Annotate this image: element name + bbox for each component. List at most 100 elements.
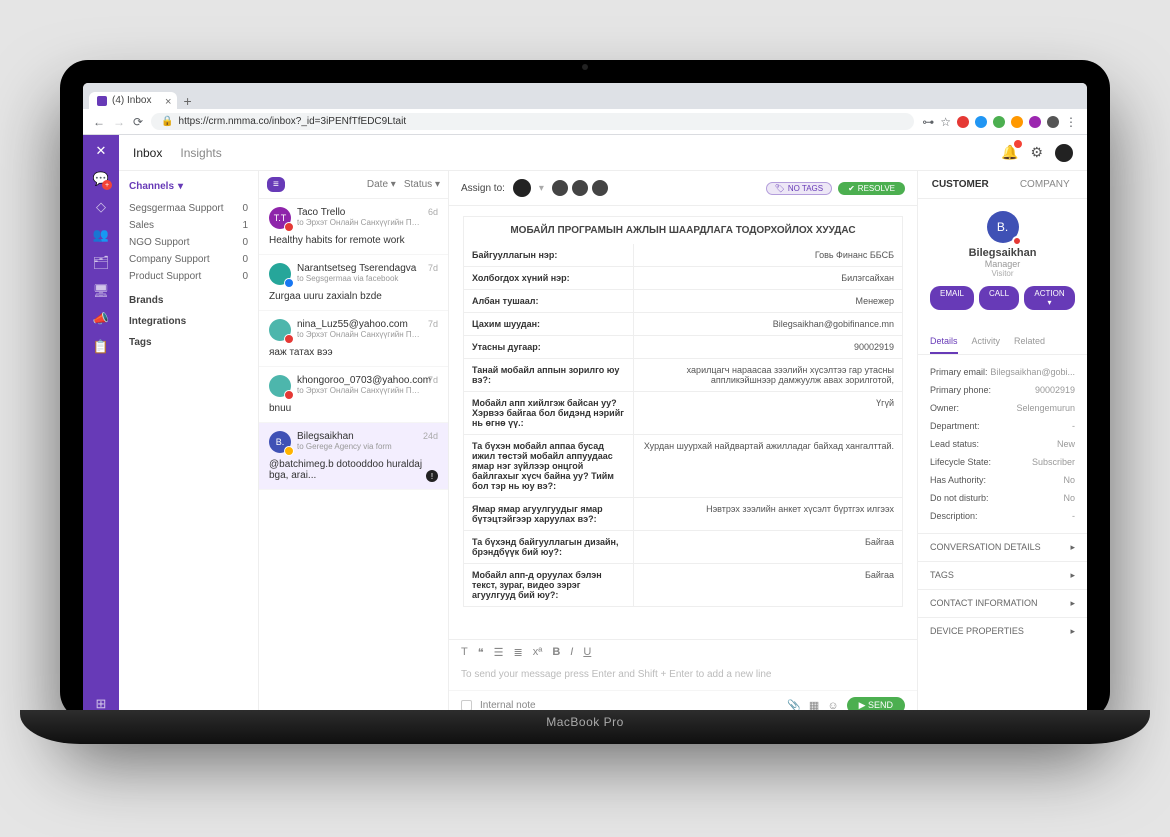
url-text: https://crm.nmma.co/inbox?_id=3iPENfTfED… — [179, 116, 407, 127]
conversation-item[interactable]: nina_Luz55@yahoo.comto Эрхэт Онлайн Санх… — [259, 311, 448, 367]
channel-item[interactable]: Company Support0 — [129, 251, 248, 268]
webcam — [582, 64, 588, 70]
channel-item[interactable]: Product Support0 — [129, 268, 248, 285]
chevron-right-icon: ▸ — [1070, 598, 1075, 609]
favicon-icon — [97, 96, 107, 106]
channels-panel: Channels ▾ Segsgermaa Support0 Sales1 NG… — [119, 171, 259, 720]
underline-icon[interactable]: U — [583, 646, 591, 659]
accordion-header[interactable]: DEVICE PROPERTIES▸ — [918, 617, 1087, 645]
campaigns-icon[interactable]: 📣 — [93, 311, 109, 327]
extension-icon[interactable] — [957, 116, 969, 128]
accordion-header[interactable]: CONVERSATION DETAILS▸ — [918, 533, 1087, 561]
group-integrations[interactable]: Integrations — [129, 316, 248, 327]
deals-icon[interactable]: 🗂 — [93, 255, 110, 271]
user-avatar[interactable] — [1055, 144, 1073, 162]
extension-icon[interactable] — [1011, 116, 1023, 128]
superscript-icon[interactable]: xª — [533, 646, 543, 659]
key-icon[interactable]: ⊶ — [922, 115, 934, 129]
italic-icon[interactable]: I — [570, 646, 573, 659]
subtab-activity[interactable]: Activity — [972, 330, 1001, 354]
channel-item[interactable]: Sales1 — [129, 217, 248, 234]
channel-item[interactable]: NGO Support0 — [129, 234, 248, 251]
details-panel: CUSTOMER COMPANY B. Bilegsaikhan Manager… — [917, 171, 1087, 720]
filter-button[interactable]: ≡ — [267, 177, 285, 192]
address-bar[interactable]: 🔒 https://crm.nmma.co/inbox?_id=3iPENfTf… — [151, 113, 914, 130]
tab-insights[interactable]: Insights — [180, 146, 221, 160]
reports-icon[interactable]: 📋 — [93, 339, 109, 355]
detail-row: Lead status:New — [930, 435, 1075, 453]
menu-icon[interactable]: ⋮ — [1065, 115, 1077, 129]
form-row: Танай мобайл аппын зорилго юу вэ?:харилц… — [463, 359, 903, 392]
chevron-down-icon[interactable]: ▾ — [178, 181, 183, 192]
bold-icon[interactable]: B — [552, 646, 560, 659]
resolve-button[interactable]: ✔ RESOLVE — [838, 182, 905, 195]
action-dropdown[interactable]: ACTION ▾ — [1024, 286, 1075, 310]
quote-icon[interactable]: ❝ — [478, 646, 484, 659]
extension-icon[interactable] — [975, 116, 987, 128]
customer-name: Bilegsaikhan — [930, 247, 1075, 259]
profile-avatar[interactable] — [1047, 116, 1059, 128]
subtab-related[interactable]: Related — [1014, 330, 1045, 354]
composer-toolbar: T ❝ ☰ ≣ xª B I U — [449, 640, 917, 665]
new-tab-button[interactable]: + — [183, 93, 191, 109]
conversation-list-header: ≡ Date ▾ Status ▾ — [259, 171, 448, 199]
inbox-icon[interactable]: 💬+ — [93, 171, 109, 187]
conversation-item[interactable]: Narantsetseg Tserendagvato Segsgermaa vi… — [259, 255, 448, 311]
detail-row: Department:- — [930, 417, 1075, 435]
form-row: Цахим шуудан:Bilegsaikhan@gobifinance.mn — [463, 313, 903, 336]
conversation-item[interactable]: T.TTaco Trelloto Эрхэт Онлайн Санхүүгийн… — [259, 199, 448, 255]
forward-icon[interactable]: → — [113, 115, 125, 129]
laptop-brand: MacBook Pro — [546, 715, 624, 729]
team-icon[interactable]: 👥 — [93, 227, 109, 243]
star-icon[interactable]: ☆ — [940, 115, 951, 129]
call-button[interactable]: CALL — [979, 286, 1019, 310]
chevron-down-icon[interactable]: ▾ — [539, 183, 544, 194]
extension-icon[interactable] — [993, 116, 1005, 128]
accordion-header[interactable]: CONTACT INFORMATION▸ — [918, 589, 1087, 617]
conversation-item[interactable]: B.Bilegsaikhanto Gerege Agency via form2… — [259, 423, 448, 490]
form-row: Албан тушаал:Менежер — [463, 290, 903, 313]
channel-item[interactable]: Segsgermaa Support0 — [129, 200, 248, 217]
browser-tab-strip: (4) Inbox × + — [83, 83, 1087, 109]
conversation-item[interactable]: khongoroo_0703@yahoo.comto Эрхэт Онлайн … — [259, 367, 448, 423]
extension-icon[interactable] — [1029, 116, 1041, 128]
browser-tab[interactable]: (4) Inbox × — [89, 92, 177, 109]
notifications-icon[interactable]: 🔔 — [1001, 144, 1018, 161]
detail-row: Has Authority:No — [930, 471, 1075, 489]
chevron-right-icon: ▸ — [1070, 570, 1075, 581]
subtab-details[interactable]: Details — [930, 330, 958, 354]
tab-inbox[interactable]: Inbox — [133, 146, 162, 160]
chevron-right-icon: ▸ — [1070, 542, 1075, 553]
chevron-right-icon: ▸ — [1070, 626, 1075, 637]
form-title: МОБАЙЛ ПРОГРАМЫН АЖЛЫН ШААРДЛАГА ТОДОРХО… — [463, 216, 903, 244]
sort-status[interactable]: Status ▾ — [404, 179, 440, 190]
email-button[interactable]: EMAIL — [930, 286, 974, 310]
detail-row: Primary email:Bilegsaikhan@gobi... — [930, 363, 1075, 381]
sort-date[interactable]: Date ▾ — [367, 179, 396, 190]
text-icon[interactable]: T — [461, 646, 468, 659]
list-bullet-icon[interactable]: ☰ — [494, 646, 504, 659]
form-row: Та бүхэн мобайл аппаа бусад ижил төстэй … — [463, 435, 903, 498]
assign-bar: Assign to: ▾ 🏷 NO TAGS ✔ RESOLVE — [449, 171, 917, 206]
accordion-header[interactable]: TAGS▸ — [918, 561, 1087, 589]
group-tags[interactable]: Tags — [129, 337, 248, 348]
detail-row: Description:- — [930, 507, 1075, 525]
settings-icon[interactable]: ⚙ — [1030, 144, 1043, 161]
reload-icon[interactable]: ⟳ — [133, 115, 143, 129]
message-input[interactable]: To send your message press Enter and Shi… — [449, 665, 917, 690]
contacts-icon[interactable]: ◇ — [96, 199, 106, 215]
back-icon[interactable]: ← — [93, 115, 105, 129]
list-number-icon[interactable]: ≣ — [514, 646, 523, 659]
group-brands[interactable]: Brands — [129, 295, 248, 306]
form-row: Утасны дугаар:90002919 — [463, 336, 903, 359]
detail-row: Owner:Selengemurun — [930, 399, 1075, 417]
no-tags-pill[interactable]: 🏷 NO TAGS — [766, 182, 832, 195]
participants[interactable] — [552, 180, 608, 196]
tab-company[interactable]: COMPANY — [1003, 171, 1088, 198]
assignee-avatar[interactable] — [513, 179, 531, 197]
form-row: Холбогдох хүний нэр:Билэгсайхан — [463, 267, 903, 290]
monitor-icon[interactable]: 🖥 — [93, 283, 110, 299]
logo-icon[interactable]: ✕ — [96, 143, 107, 159]
tab-customer[interactable]: CUSTOMER — [918, 171, 1003, 198]
close-icon[interactable]: × — [165, 96, 171, 108]
